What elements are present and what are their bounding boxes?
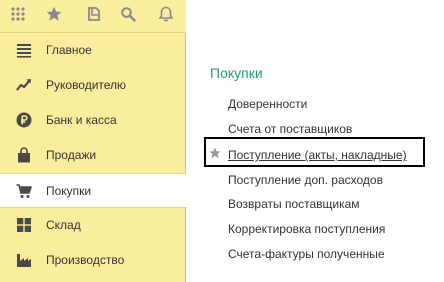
link-additional-expenses[interactable]: Поступление доп. расходов [228,173,383,187]
ruble-coin-icon [16,112,32,128]
highlight-frame [204,137,425,167]
sidebar-item-label: Производство [46,253,125,267]
sidebar-item-label: Руководителю [46,78,127,92]
section-panel: Покупки Доверенности Счета от поставщико… [187,0,444,282]
trend-chart-icon [16,77,32,93]
search-icon[interactable] [118,4,138,24]
link-power-of-attorney[interactable]: Доверенности [228,97,307,111]
sidebar-item-label: Продажи [46,148,97,162]
sidebar-item-production[interactable]: Производство [0,243,186,278]
link-receipt-adjustment[interactable]: Корректировка поступления [228,222,385,236]
sidebar-item-label: Склад [46,218,81,232]
sidebar-item-label: Покупки [46,184,92,198]
shopping-bag-icon [16,147,32,163]
section-title: Покупки [210,65,263,81]
shopping-cart-icon [16,183,32,199]
sidebar-item-label: Банк и касса [46,113,117,127]
sidebar-item-warehouse[interactable]: Склад [0,208,186,243]
top-toolbar [0,0,186,33]
sidebar-item-label: Главное [46,43,92,57]
sidebar-item-manager[interactable]: Руководителю [0,68,186,103]
sections-sidebar: Главное Руководителю Банк и касса Продаж… [0,33,187,282]
sidebar-item-sales[interactable]: Продажи [0,138,186,173]
link-received-tax-invoices[interactable]: Счета-фактуры полученные [228,247,385,261]
menu-lines-icon [16,42,32,58]
notifications-bell-icon[interactable] [156,4,176,24]
sidebar-item-purchases[interactable]: Покупки [0,173,187,208]
warehouse-grid-icon [16,217,32,233]
link-supplier-invoices[interactable]: Счета от поставщиков [228,122,352,136]
link-supplier-returns[interactable]: Возвраты поставщикам [228,197,360,211]
factory-icon [16,252,32,268]
favorites-star-icon[interactable] [44,4,64,24]
sidebar-item-main[interactable]: Главное [0,33,186,68]
apps-grid-icon[interactable] [8,4,28,24]
history-icon[interactable] [84,4,104,24]
sidebar-item-bank[interactable]: Банк и касса [0,103,186,138]
